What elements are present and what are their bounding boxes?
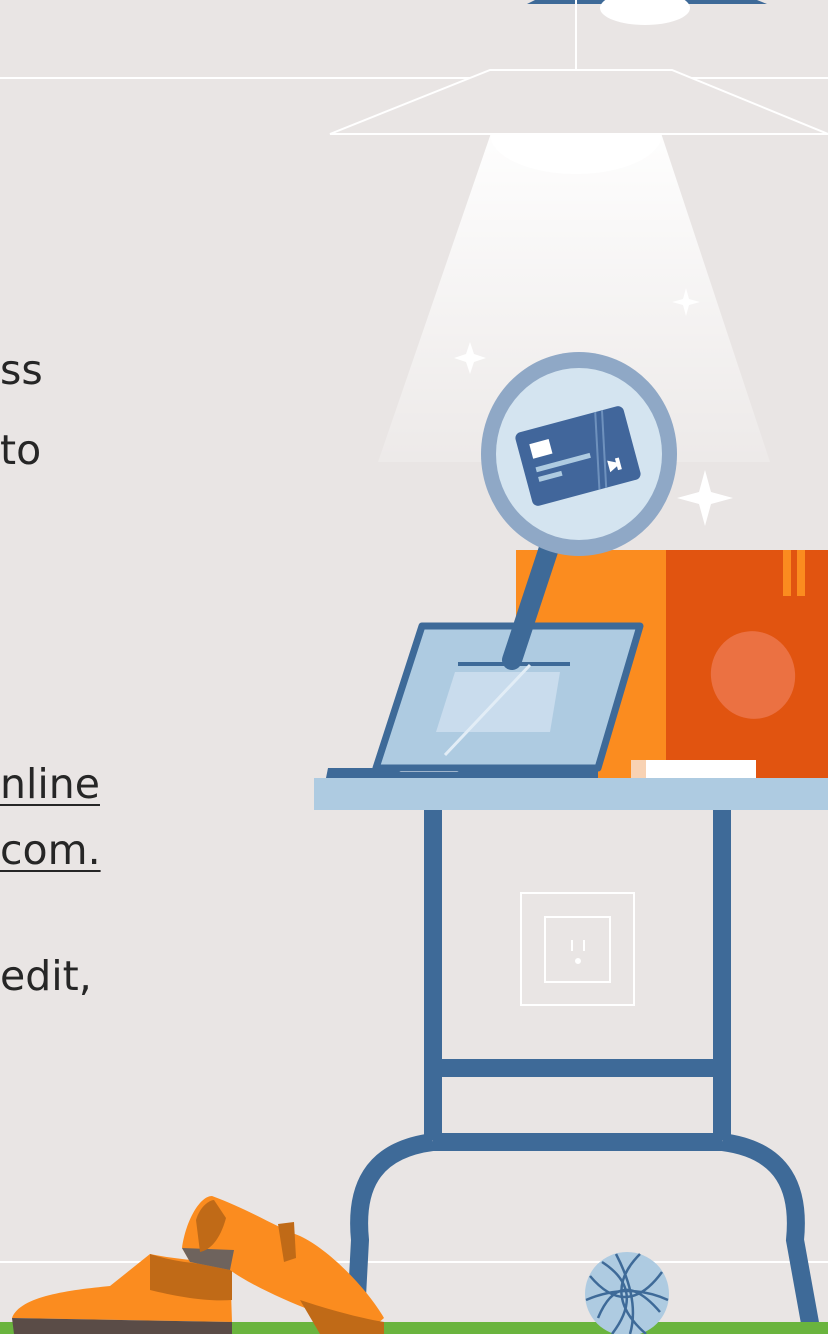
power-outlet-icon [520,892,635,1006]
yarn-ball-icon [585,1252,669,1334]
illustration [0,0,828,1334]
laptop-icon [326,622,644,778]
sparkle-icon [677,470,733,526]
side-table-icon [314,778,828,1334]
shoes-icon [12,1196,384,1334]
paper-stack [631,760,756,778]
